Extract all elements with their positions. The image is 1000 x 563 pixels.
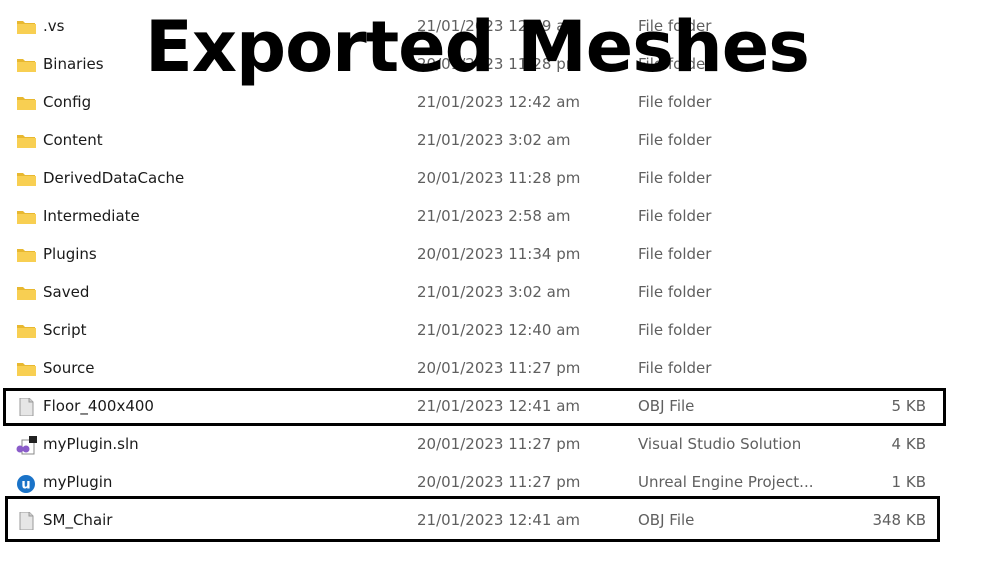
file-type: File folder bbox=[638, 245, 712, 263]
file-name: Binaries bbox=[43, 55, 104, 73]
file-name: Plugins bbox=[43, 245, 97, 263]
file-type: File folder bbox=[638, 169, 712, 187]
file-row[interactable]: Plugins 20/01/2023 11:34 pm File folder bbox=[0, 236, 1000, 274]
file-row[interactable]: Content 21/01/2023 3:02 am File folder bbox=[0, 122, 1000, 160]
file-row[interactable]: Script 21/01/2023 12:40 am File folder bbox=[0, 312, 1000, 350]
file-row[interactable]: Source 20/01/2023 11:27 pm File folder bbox=[0, 350, 1000, 388]
file-name: Content bbox=[43, 131, 103, 149]
folder-icon bbox=[16, 170, 36, 188]
file-size: 4 KB bbox=[891, 435, 926, 453]
file-date: 21/01/2023 12:40 am bbox=[417, 321, 581, 339]
folder-icon bbox=[16, 284, 36, 302]
folder-icon bbox=[16, 208, 36, 226]
file-type: Visual Studio Solution bbox=[638, 435, 802, 453]
file-name: DerivedDataCache bbox=[43, 169, 185, 187]
file-name: Saved bbox=[43, 283, 90, 301]
file-name: Script bbox=[43, 321, 87, 339]
file-type: File folder bbox=[638, 207, 712, 225]
folder-icon bbox=[16, 56, 36, 74]
folder-icon bbox=[16, 322, 36, 340]
unreal-engine-icon: u bbox=[16, 474, 36, 493]
file-type: File folder bbox=[638, 93, 712, 111]
folder-icon bbox=[16, 246, 36, 264]
file-type: File folder bbox=[638, 131, 712, 149]
folder-icon bbox=[16, 132, 36, 150]
file-date: 20/01/2023 11:27 pm bbox=[417, 473, 581, 491]
folder-icon bbox=[16, 94, 36, 112]
file-date: 21/01/2023 2:58 am bbox=[417, 207, 571, 225]
file-name: myPlugin.sln bbox=[43, 435, 139, 453]
file-type: File folder bbox=[638, 321, 712, 339]
file-name: Source bbox=[43, 359, 95, 377]
file-name: .vs bbox=[43, 17, 65, 35]
file-row[interactable]: Saved 21/01/2023 3:02 am File folder bbox=[0, 274, 1000, 312]
folder-icon bbox=[16, 360, 36, 378]
file-row[interactable]: Config 21/01/2023 12:42 am File folder bbox=[0, 84, 1000, 122]
file-date: 20/01/2023 11:28 pm bbox=[417, 169, 581, 187]
file-date: 20/01/2023 11:34 pm bbox=[417, 245, 581, 263]
folder-icon bbox=[16, 18, 36, 36]
file-size: 1 KB bbox=[891, 473, 926, 491]
file-name: Intermediate bbox=[43, 207, 140, 225]
file-type: File folder bbox=[638, 283, 712, 301]
file-name: myPlugin bbox=[43, 473, 113, 491]
file-name: Config bbox=[43, 93, 92, 111]
highlight-box-chair bbox=[5, 496, 940, 542]
visual-studio-icon bbox=[16, 436, 37, 455]
file-type: Unreal Engine Project... bbox=[638, 473, 814, 491]
svg-text:u: u bbox=[21, 478, 30, 493]
file-row[interactable]: Intermediate 21/01/2023 2:58 am File folde… bbox=[0, 198, 1000, 236]
file-date: 20/01/2023 11:27 pm bbox=[417, 359, 581, 377]
file-type: File folder bbox=[638, 359, 712, 377]
file-date: 21/01/2023 3:02 am bbox=[417, 283, 571, 301]
file-row[interactable]: DerivedDataCache 20/01/2023 11:28 pm File … bbox=[0, 160, 1000, 198]
file-date: 21/01/2023 3:02 am bbox=[417, 131, 571, 149]
file-row[interactable]: myPlugin.sln 20/01/2023 11:27 pm Visual St… bbox=[0, 426, 1000, 464]
file-date: 20/01/2023 11:27 pm bbox=[417, 435, 581, 453]
file-date: 21/01/2023 12:42 am bbox=[417, 93, 581, 111]
overlay-title: Exported Meshes bbox=[145, 6, 810, 88]
highlight-box-floor bbox=[3, 388, 946, 426]
